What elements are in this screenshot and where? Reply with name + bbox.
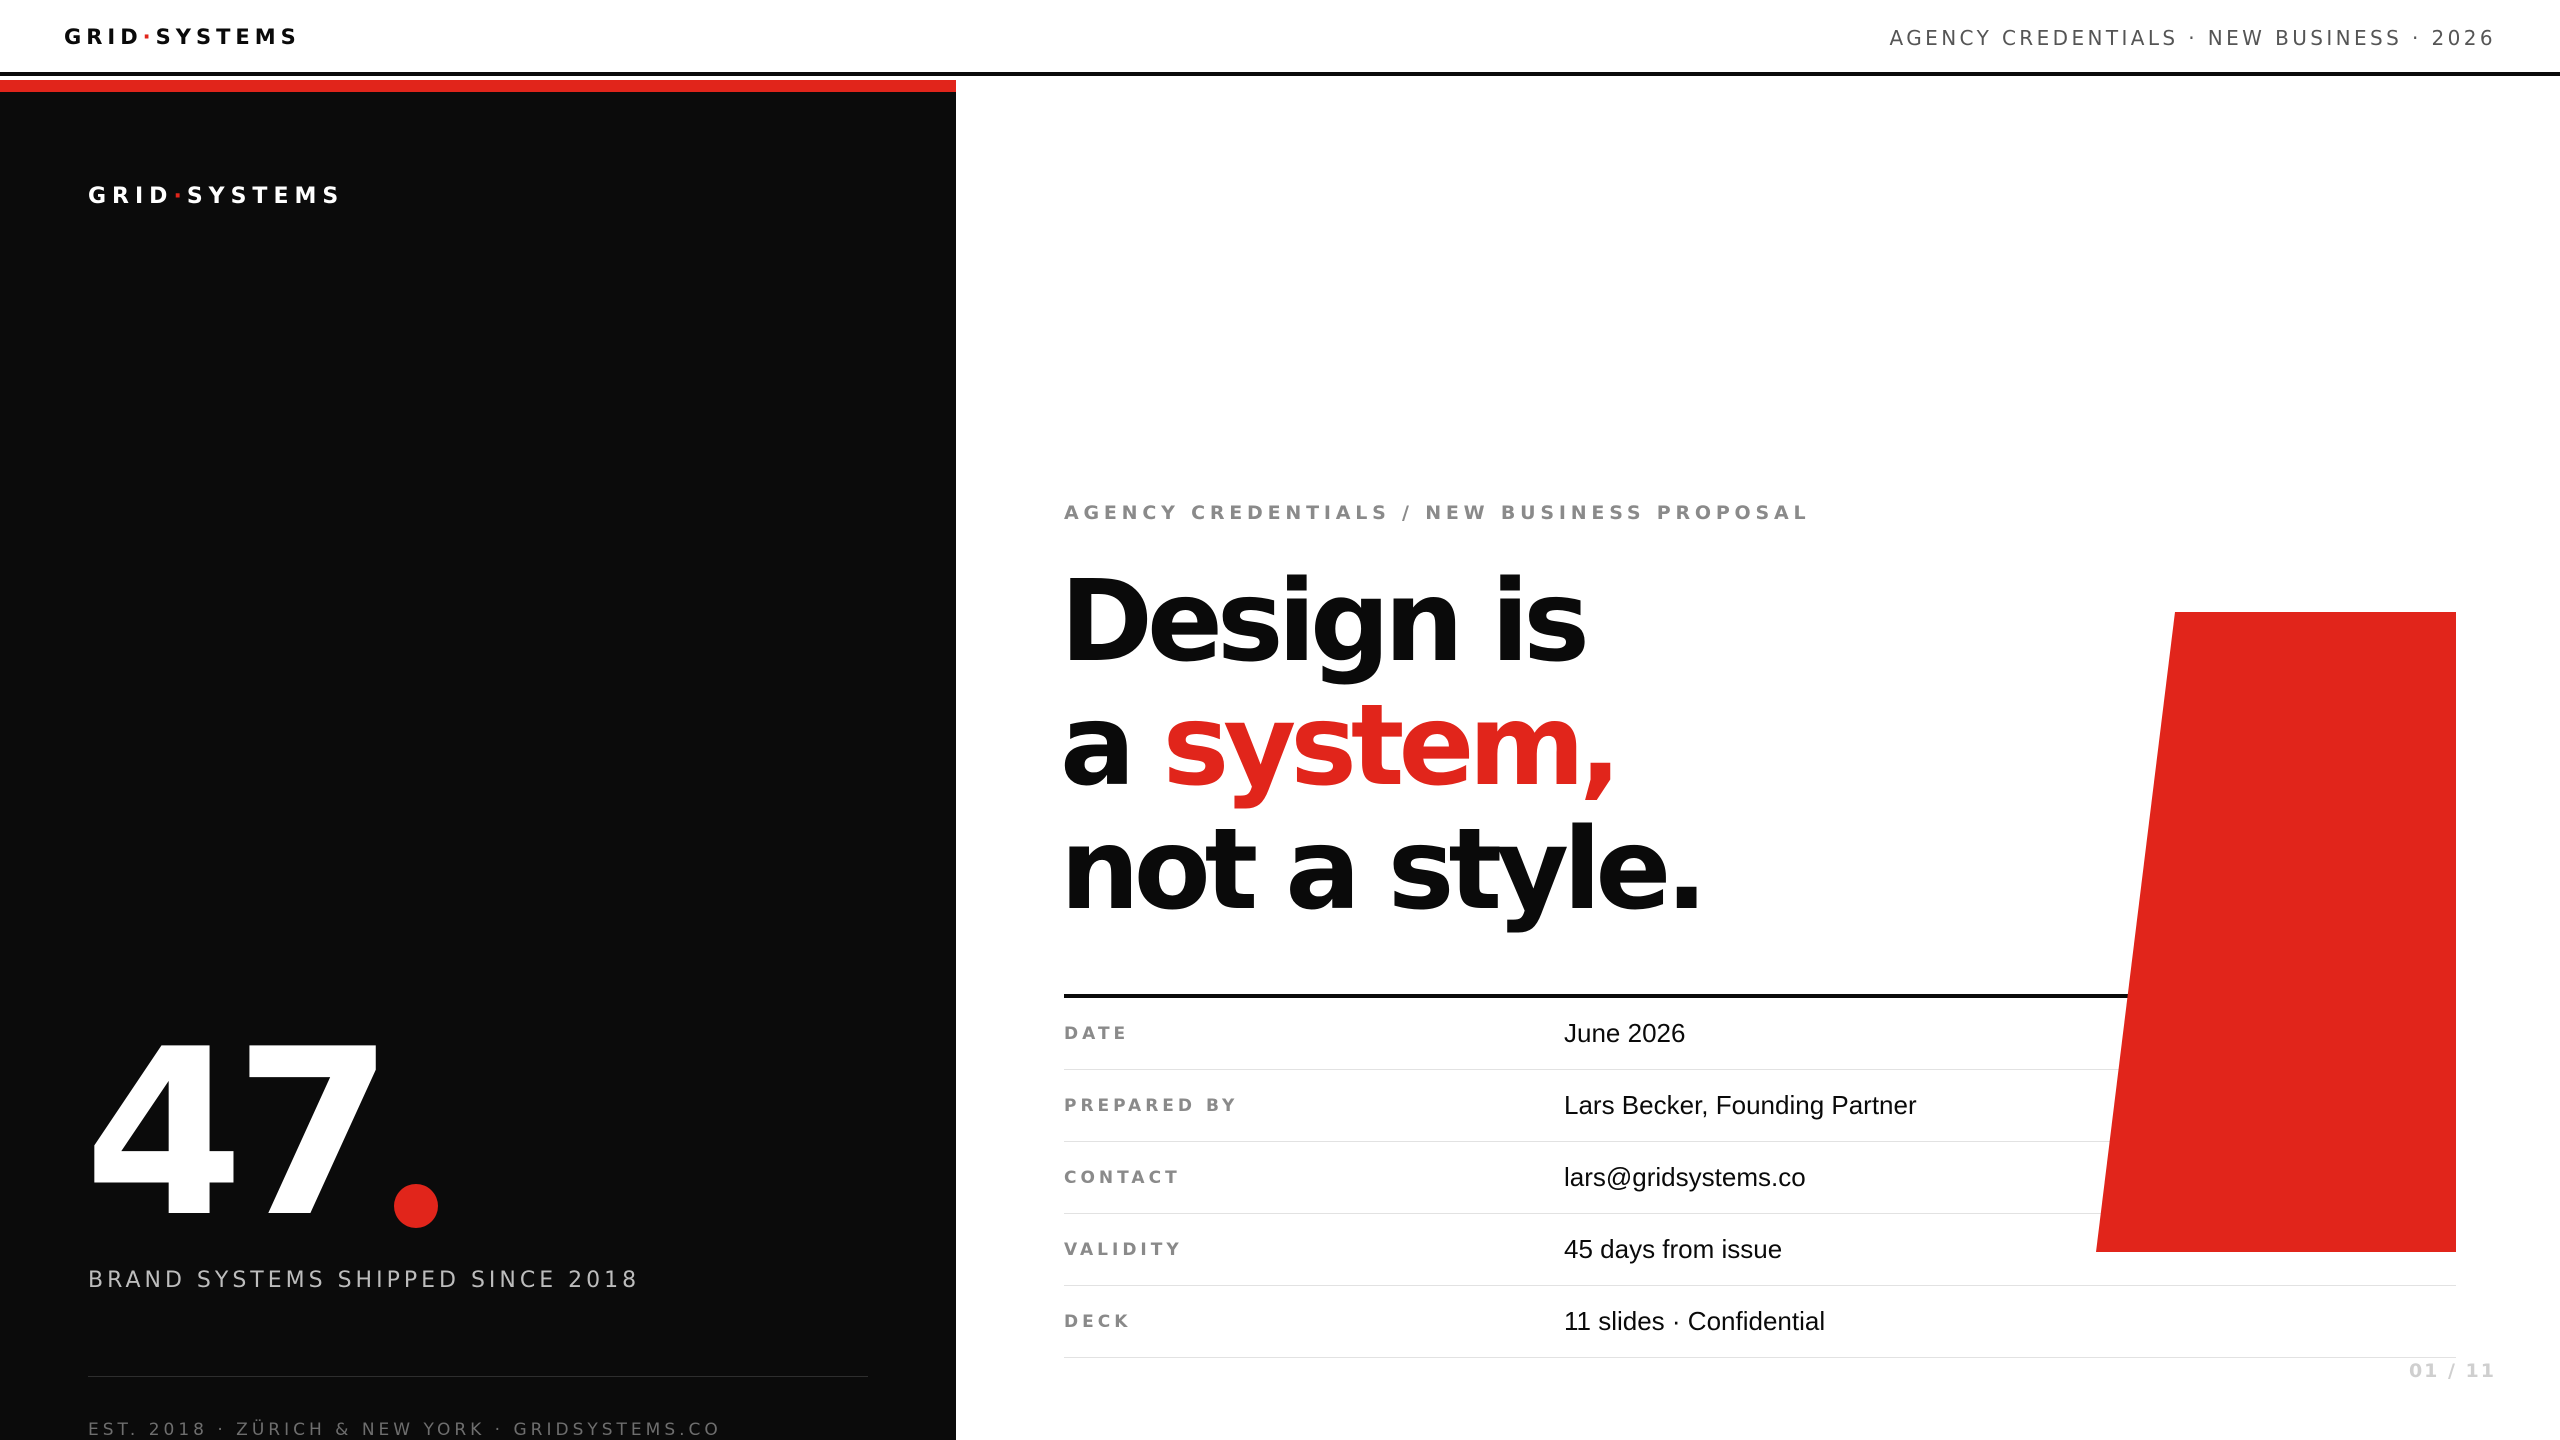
panel-logo-text-grid: GRID [88, 184, 174, 209]
header-logo-text-systems: SYSTEMS [155, 25, 301, 49]
detail-label: VALIDITY [1064, 1240, 1183, 1260]
top-header: GRID·SYSTEMS AGENCY CREDENTIALS · NEW BU… [0, 0, 2560, 76]
detail-row-deck: DECK 11 slides · Confidential [1064, 1286, 2456, 1358]
headline-line-1: Design is [1060, 557, 1590, 687]
page-indicator: 01 / 11 [2408, 1360, 2496, 1382]
detail-value: 11 slides · Confidential [1564, 1306, 1826, 1336]
header-logo[interactable]: GRID·SYSTEMS [64, 25, 301, 49]
left-panel: GRID·SYSTEMS 47 BRAND SYSTEMS SHIPPED SI… [0, 80, 956, 1440]
detail-label: PREPARED BY [1064, 1096, 1239, 1116]
panel-divider [88, 1376, 868, 1377]
headline: Design is a system, not a style. [1060, 557, 1708, 935]
contact-email-link[interactable]: lars@gridsystems.co [1564, 1162, 1806, 1193]
headline-line-2-prefix: a [1060, 681, 1163, 811]
header-meta: AGENCY CREDENTIALS · NEW BUSINESS · 2026 [1889, 26, 2496, 50]
stat-dot [394, 1184, 439, 1228]
detail-label: DECK [1064, 1312, 1132, 1332]
red-parallelogram-shape [2096, 612, 2456, 1252]
panel-footer: EST. 2018 · ZÜRICH & NEW YORK · GRIDSYST… [88, 1420, 722, 1440]
detail-label: DATE [1064, 1024, 1130, 1044]
panel-logo: GRID·SYSTEMS [88, 184, 344, 209]
panel-logo-separator: · [173, 184, 187, 209]
headline-line-3: not a style. [1060, 805, 1708, 935]
detail-value: Lars Becker, Founding Partner [1564, 1090, 1917, 1120]
red-parallelogram-fill [2096, 612, 2456, 1252]
stat-caption: BRAND SYSTEMS SHIPPED SINCE 2018 [88, 1268, 641, 1293]
eyebrow-label: AGENCY CREDENTIALS / NEW BUSINESS PROPOS… [1064, 502, 1811, 524]
headline-line-2: a system, [1060, 684, 1702, 808]
accent-bar [0, 80, 956, 92]
detail-value: June 2026 [1564, 1018, 1686, 1048]
panel-logo-text-systems: SYSTEMS [186, 184, 345, 209]
header-logo-text-grid: GRID [64, 25, 143, 49]
stat-number: 47 [84, 950, 439, 1268]
detail-label: CONTACT [1064, 1168, 1181, 1188]
stat-value: 47 [84, 1001, 394, 1268]
headline-accent-word: system, [1162, 681, 1622, 811]
header-logo-separator: · [142, 25, 156, 49]
detail-value: 45 days from issue [1564, 1234, 1783, 1264]
